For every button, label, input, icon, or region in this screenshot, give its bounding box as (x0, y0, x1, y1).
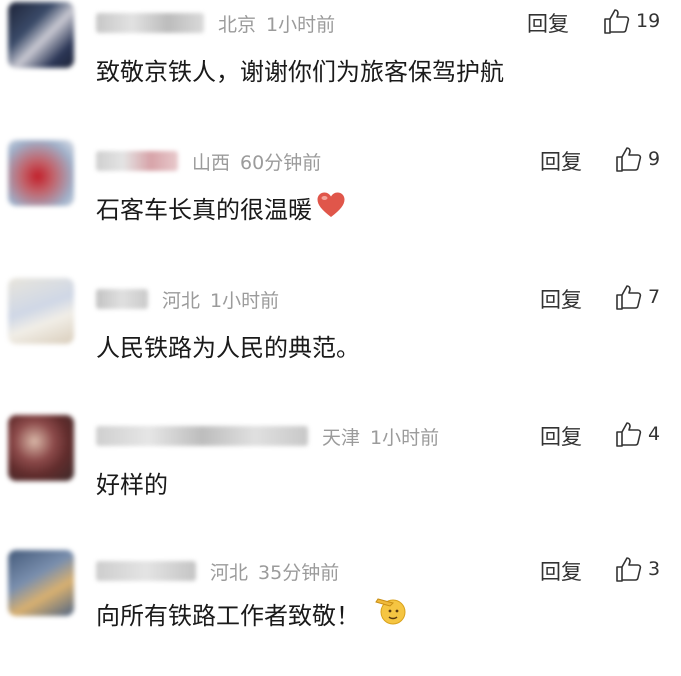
region-label: 河北 (210, 561, 249, 584)
comment-list: 北京 1小时前 回复 19 致敬京铁人，谢谢你们为旅客保驾护航 山西 60分钟前 回… (0, 0, 681, 631)
like-button[interactable]: 19 (602, 6, 660, 36)
avatar[interactable] (8, 415, 74, 481)
comment-text: 好样的 (96, 465, 168, 500)
comment-meta: 河北 35分钟前 (96, 554, 339, 588)
like-button[interactable]: 4 (614, 419, 660, 449)
like-button[interactable]: 9 (614, 144, 660, 174)
username-redacted[interactable] (96, 13, 204, 33)
thumbs-up-icon (616, 147, 642, 172)
reply-button[interactable]: 回复 (540, 421, 582, 451)
comment-item: 天津 1小时前 回复 4 好样的 (0, 415, 681, 541)
comment-body: 石客车长真的很温暖 (96, 196, 312, 224)
comment-meta: 山西 60分钟前 (96, 144, 321, 178)
timestamp: 60分钟前 (240, 151, 322, 174)
comment-body: 人民铁路为人民的典范。 (96, 334, 360, 362)
like-count: 4 (648, 423, 661, 445)
comment-body: 向所有铁路工作者致敬！ (96, 601, 360, 630)
comment-body: 致敬京铁人，谢谢你们为旅客保驾护航 (96, 58, 504, 86)
comment-text: 向所有铁路工作者致敬！ (96, 594, 408, 632)
thumbs-up-icon (616, 557, 642, 582)
avatar[interactable] (8, 140, 74, 206)
comment-item: 北京 1小时前 回复 19 致敬京铁人，谢谢你们为旅客保驾护航 (0, 2, 681, 128)
username-redacted[interactable] (96, 151, 178, 171)
salute-emoji-icon (374, 594, 408, 632)
like-count: 7 (648, 286, 661, 308)
username-redacted[interactable] (96, 426, 308, 446)
like-button[interactable]: 3 (614, 554, 660, 584)
like-count: 9 (648, 148, 661, 170)
comment-meta: 北京 1小时前 (96, 6, 335, 40)
comment-meta: 河北 1小时前 (96, 282, 279, 316)
reply-button[interactable]: 回复 (527, 8, 569, 38)
username-redacted[interactable] (96, 561, 196, 581)
avatar[interactable] (8, 550, 74, 616)
comment-item: 山西 60分钟前 回复 9 石客车长真的很温暖 (0, 140, 681, 266)
username-redacted[interactable] (96, 289, 148, 309)
reply-button[interactable]: 回复 (540, 284, 582, 314)
thumbs-up-icon (604, 9, 630, 34)
comment-text: 人民铁路为人民的典范。 (96, 328, 360, 363)
like-button[interactable]: 7 (614, 282, 660, 312)
timestamp: 1小时前 (210, 289, 280, 312)
thumbs-up-icon (616, 285, 642, 310)
avatar[interactable] (8, 2, 74, 68)
like-count: 19 (636, 10, 661, 32)
comment-item: 河北 1小时前 回复 7 人民铁路为人民的典范。 (0, 278, 681, 404)
region-label: 天津 (322, 426, 361, 449)
timestamp: 1小时前 (370, 426, 440, 449)
like-count: 3 (648, 558, 661, 580)
thumbs-up-icon (616, 422, 642, 447)
heart-emoji-icon (316, 191, 346, 225)
reply-button[interactable]: 回复 (540, 556, 582, 586)
reply-button[interactable]: 回复 (540, 146, 582, 176)
comment-text: 石客车长真的很温暖 (96, 190, 346, 225)
region-label: 山西 (192, 151, 231, 174)
region-label: 北京 (218, 13, 257, 36)
avatar[interactable] (8, 278, 74, 344)
timestamp: 1小时前 (266, 13, 336, 36)
comment-text: 致敬京铁人，谢谢你们为旅客保驾护航 (96, 52, 504, 87)
region-label: 河北 (162, 289, 201, 312)
comment-meta: 天津 1小时前 (96, 419, 439, 453)
timestamp: 35分钟前 (258, 561, 340, 584)
comment-body: 好样的 (96, 471, 168, 499)
comment-item: 河北 35分钟前 回复 3 向所有铁路工作者致敬！ (0, 550, 681, 676)
